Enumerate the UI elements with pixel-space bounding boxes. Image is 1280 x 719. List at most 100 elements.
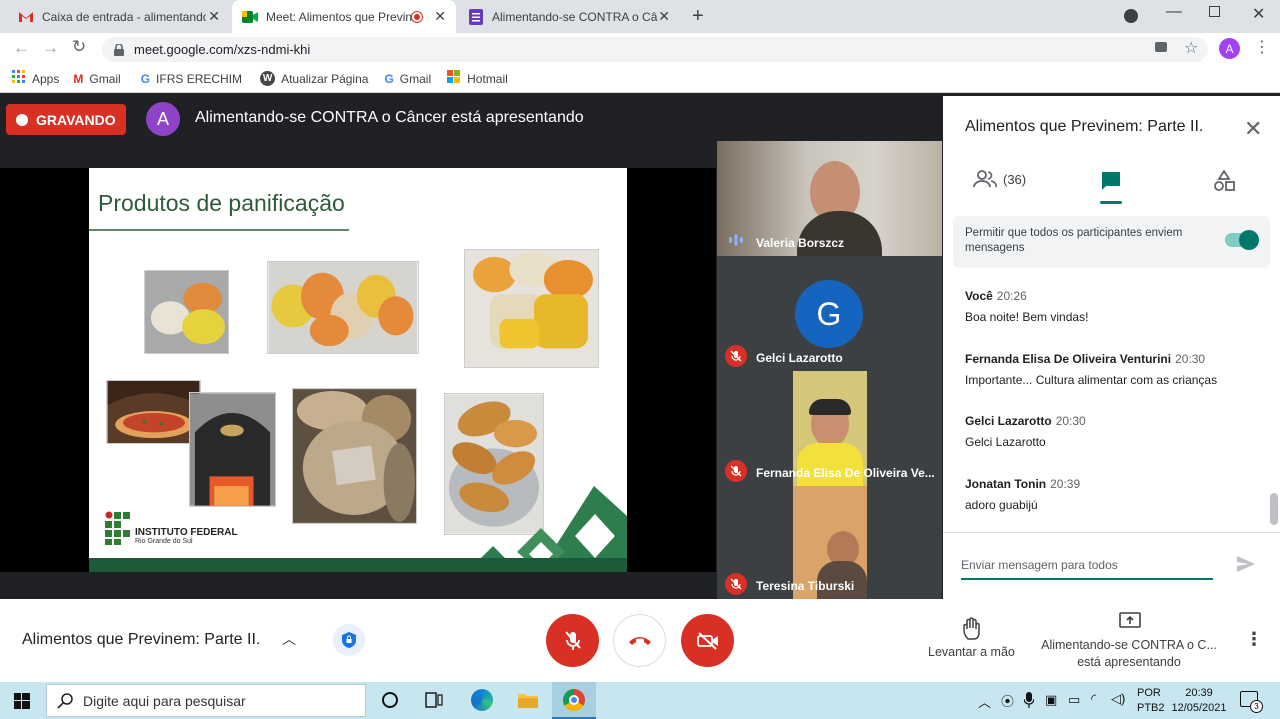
apps-grid-icon	[12, 70, 26, 87]
tab-search-icon[interactable]	[1124, 9, 1138, 23]
bookmark-hotmail[interactable]: Hotmail	[447, 70, 508, 87]
presenting-status[interactable]: Alimentando-se CONTRA o C... está aprese…	[1036, 637, 1222, 671]
send-icon[interactable]	[1237, 556, 1255, 572]
close-icon[interactable]: ✕	[658, 8, 670, 25]
chat-input-placeholder: Enviar mensagem para todos	[961, 558, 1118, 572]
mic-off-icon	[564, 630, 581, 650]
recording-badge[interactable]: GRAVANDO	[6, 104, 126, 135]
edge-icon[interactable]	[471, 689, 493, 711]
message-author: Gelci Lazarotto	[965, 414, 1052, 428]
camera-off-icon	[696, 631, 718, 650]
tab-people[interactable]: (36)	[973, 170, 1026, 188]
windows-start-icon[interactable]	[14, 693, 30, 709]
permit-messages-toggle[interactable]	[1225, 230, 1259, 250]
bookmark-ifrs[interactable]: G IFRS ERECHIM	[141, 72, 242, 86]
gmail-icon: M	[73, 71, 84, 86]
close-icon[interactable]: ✕	[1244, 116, 1262, 142]
window-close-icon[interactable]: ✕	[1252, 4, 1265, 24]
meet-now-icon[interactable]: ⦿	[1001, 691, 1014, 710]
forms-icon	[468, 8, 484, 25]
close-icon[interactable]: ✕	[208, 8, 220, 25]
bookmark-label: IFRS ERECHIM	[156, 71, 243, 86]
people-count: (36)	[1003, 171, 1027, 187]
address-bar[interactable]: meet.google.com/xzs-ndmi-khi	[102, 37, 1208, 62]
bookmark-label: Atualizar Página	[281, 71, 369, 86]
tab-gmail[interactable]: Caixa de entrada - alimentando-s ✕	[8, 0, 230, 33]
activities-shapes-icon[interactable]	[1213, 170, 1235, 192]
permit-messages-setting: Permitir que todos os participantes envi…	[953, 216, 1270, 268]
cortana-icon[interactable]	[382, 692, 398, 708]
side-panel: Alimentos que Previnem: Parte II. ✕ (36)…	[943, 96, 1280, 599]
bookmark-star-icon[interactable]: ☆	[1184, 38, 1198, 58]
url-text: meet.google.com/xzs-ndmi-khi	[134, 42, 311, 57]
forward-arrow-icon[interactable]: →	[42, 38, 59, 58]
host-controls-button[interactable]	[333, 624, 365, 656]
participant-tile[interactable]: G Gelci Lazarotto	[717, 256, 942, 371]
camera-tray-icon[interactable]: ▣	[1045, 692, 1057, 708]
menu-dots-icon[interactable]: ⋮	[1254, 37, 1270, 57]
task-view-icon[interactable]	[425, 692, 443, 708]
slide: Produtos de panificação INSTITUTO FEDERA…	[89, 168, 627, 572]
message-text: Boa noite! Bem vindas!	[965, 310, 1089, 324]
chat-input[interactable]: Enviar mensagem para todos	[961, 558, 1213, 580]
clock[interactable]: 20:39 12/05/2021	[1169, 686, 1229, 716]
battery-icon[interactable]: ▭	[1068, 692, 1080, 708]
slide-footer-bar	[89, 558, 627, 572]
language-indicator[interactable]: POR PTB2	[1137, 686, 1165, 716]
chat-message: Gelci Lazarotto 20:30 Gelci Lazarotto	[965, 414, 1086, 449]
search-icon	[57, 693, 73, 709]
divider	[943, 532, 1280, 533]
bookmark-gmail-2[interactable]: G Gmail	[384, 72, 431, 86]
reload-icon[interactable]: ↻	[72, 37, 86, 57]
chevron-up-icon[interactable]: ︿	[282, 629, 296, 649]
raise-hand-icon[interactable]	[962, 617, 984, 641]
chat-message: Você 20:26 Boa noite! Bem vindas!	[965, 289, 1088, 324]
presentation-area: Produtos de panificação INSTITUTO FEDERA…	[0, 168, 716, 572]
audio-level-icon	[729, 234, 743, 246]
present-screen-icon[interactable]	[1119, 612, 1141, 630]
message-text: Importante... Cultura alimentar com as c…	[965, 373, 1218, 387]
presenting-line2: está apresentando	[1077, 655, 1181, 669]
back-arrow-icon[interactable]: ←	[13, 38, 30, 58]
keyboard-layout: PTB2	[1137, 702, 1165, 714]
chat-scrollbar[interactable]	[1270, 493, 1278, 525]
tab-forms[interactable]: Alimentando-se CONTRA o Cânc ✕	[458, 0, 680, 33]
mic-toggle-button[interactable]	[546, 614, 599, 667]
participant-tile[interactable]: Teresina Tiburski	[717, 486, 942, 599]
meeting-controls-bar: Alimentos que Previnem: Parte II. ︿ Leva…	[0, 599, 1280, 682]
tray-expand-icon[interactable]: ︿	[978, 692, 991, 711]
raise-hand-label[interactable]: Levantar a mão	[928, 645, 1015, 659]
meeting-name[interactable]: Alimentos que Previnem: Parte II.	[22, 631, 260, 649]
participant-tile[interactable]: Fernanda Elisa De Oliveira Ve...	[717, 371, 942, 486]
bookmark-gmail[interactable]: M Gmail	[73, 72, 120, 86]
permit-messages-label: Permitir que todos os participantes envi…	[965, 227, 1183, 254]
file-explorer-icon[interactable]	[517, 691, 539, 709]
photo-pizza	[106, 380, 201, 444]
camera-toggle-button[interactable]	[681, 614, 734, 667]
participant-name: Gelci Lazarotto	[756, 351, 843, 365]
close-icon[interactable]: ✕	[434, 8, 446, 25]
more-options-icon[interactable]: ⋮	[1245, 629, 1263, 650]
tab-meet[interactable]: Meet: Alimentos que Previne ✕	[232, 0, 456, 33]
wifi-icon[interactable]: ◜	[1091, 691, 1096, 707]
participant-tile[interactable]: Valeria Borszcz	[717, 141, 942, 256]
taskbar-search-input[interactable]: Digite aqui para pesquisar	[46, 684, 366, 717]
google-icon: G	[140, 71, 151, 86]
profile-avatar[interactable]: A	[1219, 38, 1240, 59]
photo-dough-balls	[144, 270, 229, 354]
speaker-icon[interactable]: ◁)	[1111, 691, 1125, 707]
recording-dot-icon	[412, 11, 422, 22]
bookmark-wordpress[interactable]: W Atualizar Página	[260, 71, 368, 86]
participant-name: Valeria Borszcz	[756, 236, 845, 250]
new-tab-plus-icon[interactable]: +	[692, 5, 704, 28]
taskbar-chrome-active[interactable]	[552, 682, 596, 719]
restore-icon[interactable]	[1209, 6, 1220, 17]
bookmark-apps[interactable]: Apps	[12, 70, 59, 87]
leave-call-button[interactable]	[613, 614, 666, 667]
microphone-icon[interactable]	[1024, 692, 1034, 708]
lock-icon	[114, 43, 124, 56]
gmail-icon	[18, 9, 34, 25]
minimize-icon[interactable]: —	[1166, 3, 1182, 21]
camera-blocked-icon[interactable]	[1155, 42, 1167, 52]
chat-icon[interactable]	[1101, 171, 1121, 191]
